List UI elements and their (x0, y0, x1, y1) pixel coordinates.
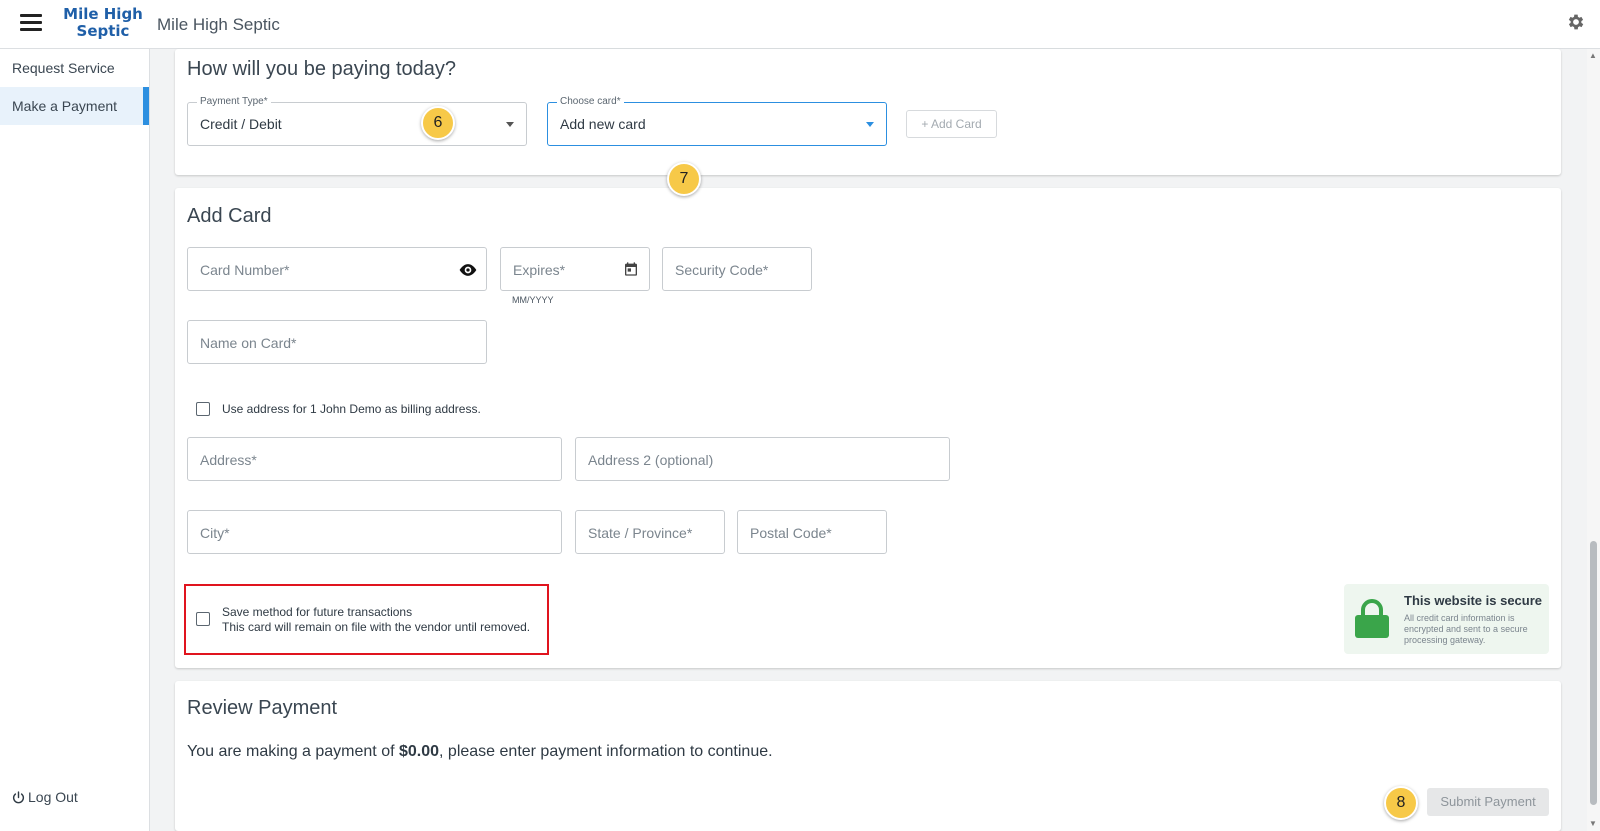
payment-amount: $0.00 (398, 743, 440, 760)
add-card-heading: Add Card (187, 205, 272, 227)
state-field[interactable]: State / Province* (575, 510, 725, 554)
address-placeholder: Address* (200, 452, 257, 468)
address-field[interactable]: Address* (187, 437, 562, 481)
highlight-box (184, 584, 549, 655)
name-on-card-field[interactable]: Name on Card* (187, 320, 487, 364)
review-heading: Review Payment (187, 697, 338, 719)
secure-title: This website is secure (1404, 593, 1543, 608)
secure-description: All credit card information is encrypted… (1404, 613, 1528, 645)
logo: Mile High Septic (63, 6, 143, 40)
payment-type-label: Payment Type* (197, 96, 271, 107)
sidebar-item-make-a-payment[interactable]: Make a Payment (0, 87, 149, 125)
sidebar-item-request-service[interactable]: Request Service (0, 49, 149, 87)
scroll-up-icon[interactable]: ▲ (1589, 51, 1597, 60)
payment-method-heading: How will you be paying today? (187, 58, 457, 80)
card-number-placeholder: Card Number* (200, 262, 290, 278)
choose-card-select[interactable]: Choose card* Add new card (547, 96, 887, 146)
calendar-icon[interactable] (623, 260, 639, 278)
chevron-down-icon (506, 122, 514, 127)
payment-type-value: Credit / Debit (200, 116, 282, 132)
secure-notice: This website is secure All credit card i… (1344, 584, 1549, 654)
hamburger-menu-icon[interactable] (20, 14, 42, 34)
security-code-field[interactable]: Security Code* (662, 247, 812, 291)
review-message: You are making a payment of $0.00, pleas… (187, 743, 773, 761)
payment-method-card: How will you be paying today? Payment Ty… (175, 49, 1561, 175)
security-code-placeholder: Security Code* (675, 262, 769, 278)
card-number-field[interactable]: Card Number* (187, 247, 487, 291)
city-field[interactable]: City* (187, 510, 562, 554)
logo-line-1: Mile High (63, 5, 143, 23)
use-address-checkbox[interactable] (196, 402, 210, 416)
top-bar: Mile High Septic Mile High Septic (0, 0, 1600, 49)
vertical-scrollbar[interactable]: ▲ ▼ (1587, 49, 1600, 831)
power-icon (12, 790, 25, 803)
postal-code-field[interactable]: Postal Code* (737, 510, 887, 554)
eye-icon[interactable] (458, 260, 478, 280)
lock-icon (1355, 599, 1389, 638)
scroll-down-icon[interactable]: ▼ (1589, 819, 1597, 828)
expires-hint: MM/YYYY (512, 295, 554, 305)
logout-label: Log Out (28, 789, 78, 805)
submit-payment-button[interactable]: Submit Payment (1427, 788, 1549, 816)
address2-placeholder: Address 2 (optional) (588, 452, 714, 468)
state-placeholder: State / Province* (588, 525, 693, 541)
scrollbar-thumb[interactable] (1590, 541, 1597, 805)
address2-field[interactable]: Address 2 (optional) (575, 437, 950, 481)
chevron-down-icon (866, 122, 874, 127)
step-badge: 6 (421, 106, 455, 140)
choose-card-label: Choose card* (557, 96, 624, 107)
gear-icon[interactable] (1566, 12, 1586, 32)
review-payment-card: Review Payment You are making a payment … (175, 681, 1561, 831)
expires-field[interactable]: Expires* (500, 247, 650, 291)
add-card-button[interactable]: + Add Card (906, 110, 997, 138)
city-placeholder: City* (200, 525, 230, 541)
step-badge: 7 (667, 162, 701, 196)
postal-code-placeholder: Postal Code* (750, 525, 832, 541)
use-address-label: Use address for 1 John Demo as billing a… (222, 402, 481, 416)
logout-button[interactable]: Log Out (12, 789, 78, 805)
review-text-after: , please enter payment information to co… (439, 743, 773, 760)
step-badge: 8 (1384, 786, 1418, 820)
sidebar: Request Service Make a Payment Log Out (0, 49, 150, 831)
expires-placeholder: Expires* (513, 262, 566, 278)
app-title: Mile High Septic (157, 15, 280, 34)
review-text-before: You are making a payment of (187, 743, 399, 760)
logo-line-2: Septic (76, 22, 130, 40)
choose-card-value: Add new card (560, 116, 646, 132)
name-on-card-placeholder: Name on Card* (200, 335, 297, 351)
payment-type-select[interactable]: Payment Type* Credit / Debit (187, 96, 527, 146)
